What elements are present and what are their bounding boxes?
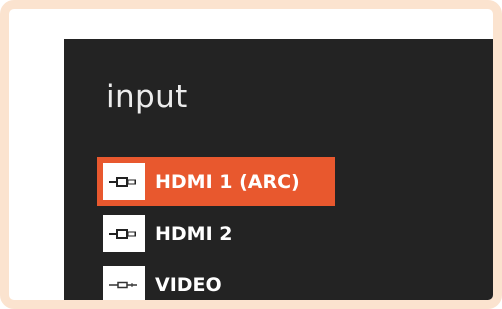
input-item-label: VIDEO — [155, 273, 222, 296]
hdmi-cable-icon — [103, 163, 145, 200]
menu-title: input — [106, 79, 188, 115]
input-item-hdmi-2[interactable]: HDMI 2 — [97, 209, 335, 258]
hdmi-cable-icon — [103, 215, 145, 252]
tv-screen: input HDMI 1 (ARC) HDMI 2 VIDEO — [64, 39, 493, 300]
input-item-label: HDMI 1 (ARC) — [155, 170, 300, 193]
input-item-hdmi-1-arc[interactable]: HDMI 1 (ARC) — [97, 157, 335, 206]
input-item-video[interactable]: VIDEO — [97, 260, 335, 300]
screenshot-frame: input HDMI 1 (ARC) HDMI 2 VIDEO — [0, 0, 502, 309]
composite-cable-icon — [103, 266, 145, 300]
input-item-label: HDMI 2 — [155, 222, 233, 245]
